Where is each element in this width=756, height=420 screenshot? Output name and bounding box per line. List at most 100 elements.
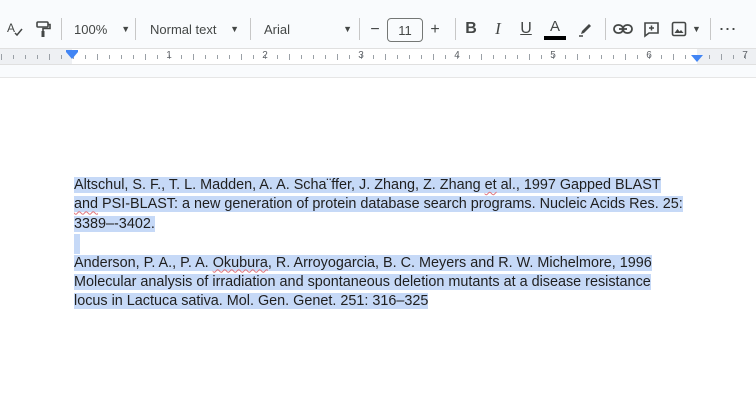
ruler-tick: [133, 55, 134, 59]
document-body[interactable]: Altschul, S. F., T. L. Madden, A. A. Sch…: [74, 176, 714, 312]
text-line: locus in Lactuca sativa. Mol. Gen. Genet…: [74, 292, 714, 311]
right-indent-marker[interactable]: [691, 55, 703, 62]
text-line: Molecular analysis of irradiation and sp…: [74, 273, 714, 292]
text-color-icon: A: [549, 18, 560, 35]
spelling-error[interactable]: et: [485, 177, 497, 193]
decrease-font-size-button[interactable]: −: [363, 17, 387, 43]
highlight-icon[interactable]: [575, 14, 597, 44]
ruler-tick: [97, 54, 98, 60]
chevron-down-icon: ▼: [692, 24, 701, 34]
ruler-tick: [313, 55, 314, 59]
comment-icon[interactable]: [640, 14, 662, 44]
ruler-tick: [469, 55, 470, 59]
ruler-tick: [397, 55, 398, 59]
bold-button[interactable]: B: [460, 14, 482, 44]
ruler-tick: [421, 55, 422, 59]
ruler-tick: [685, 55, 686, 59]
italic-button[interactable]: I: [487, 14, 509, 44]
underline-button[interactable]: U: [515, 14, 537, 44]
ruler-tick: [541, 55, 542, 59]
text-run: PSI-BLAST: a new generation of protein d…: [98, 196, 683, 213]
ruler-number: 6: [646, 50, 652, 61]
spelling-error[interactable]: Okubura: [213, 255, 268, 271]
toolbar-separator: [710, 18, 711, 40]
ruler-tick: [589, 55, 590, 59]
ruler-tick: [505, 55, 506, 59]
insert-image-icon[interactable]: ▼: [668, 14, 704, 44]
ruler-tick: [637, 55, 638, 59]
ruler-tick: [241, 54, 242, 60]
increase-font-size-button[interactable]: +: [423, 17, 447, 43]
ruler-tick: [373, 55, 374, 59]
svg-text:A: A: [7, 21, 15, 35]
ruler-tick: [721, 54, 722, 60]
reference-paragraph[interactable]: Altschul, S. F., T. L. Madden, A. A. Sch…: [74, 176, 714, 234]
ruler-tick: [217, 55, 218, 59]
ruler-tick: [673, 54, 674, 60]
paragraph-style-dropdown[interactable]: Normal text ▼: [140, 14, 245, 44]
text-color-swatch: [544, 36, 566, 40]
ruler-tick: [61, 55, 62, 59]
ruler-tick: [301, 55, 302, 59]
ruler-number: 7: [742, 50, 748, 61]
toolbar-separator: [455, 18, 456, 40]
ruler-tick: [409, 55, 410, 59]
ruler[interactable]: 1 2 3 4 5 6 7: [0, 48, 756, 65]
text-line: Anderson, P. A., P. A. Okubura, R. Arroy…: [74, 254, 714, 273]
spellcheck-icon[interactable]: A: [4, 14, 26, 44]
toolbar-separator: [605, 18, 606, 40]
ruler-tick: [709, 55, 710, 59]
font-size-control: − 11 +: [363, 17, 451, 43]
toolbar: A 100% ▼ Normal text ▼ Arial ▼ − 11 + B …: [0, 0, 756, 47]
ruler-tick: [49, 54, 50, 60]
ruler-tick: [433, 54, 434, 60]
ruler-tick: [229, 55, 230, 59]
text-line: Altschul, S. F., T. L. Madden, A. A. Sch…: [74, 176, 714, 195]
ruler-tick: [613, 55, 614, 59]
ruler-tick: [493, 55, 494, 59]
toolbar-separator: [359, 18, 360, 40]
reference-paragraph[interactable]: Anderson, P. A., P. A. Okubura, R. Arroy…: [74, 254, 714, 312]
spelling-error[interactable]: and: [74, 196, 98, 212]
ruler-tick: [289, 54, 290, 60]
ruler-tick: [37, 55, 38, 59]
ruler-tick: [145, 54, 146, 60]
font-value: Arial: [264, 21, 291, 37]
left-indent-marker[interactable]: [66, 52, 78, 59]
ruler-tick: [565, 55, 566, 59]
text-run: , R. Arroyogarcia, B. C. Meyers and R. W…: [267, 254, 652, 271]
ruler-tick: [13, 55, 14, 59]
font-size-input[interactable]: 11: [387, 18, 423, 42]
ruler-tick: [385, 54, 386, 60]
chevron-down-icon: ▼: [343, 24, 352, 34]
ruler-tick: [325, 55, 326, 59]
ruler-number: 2: [262, 50, 268, 61]
ruler-tick: [193, 54, 194, 60]
ruler-tick: [85, 55, 86, 59]
paint-format-icon[interactable]: [32, 14, 54, 44]
zoom-dropdown[interactable]: 100% ▼: [64, 14, 130, 44]
toolbar-separator: [61, 18, 62, 40]
ruler-tick: [625, 54, 626, 60]
toolbar-separator: [135, 18, 136, 40]
chevron-down-icon: ▼: [230, 24, 239, 34]
ruler-tick: [121, 55, 122, 59]
ruler-tick: [337, 54, 338, 60]
font-dropdown[interactable]: Arial ▼: [254, 14, 358, 44]
ruler-number: 1: [166, 50, 172, 61]
ruler-number: 4: [454, 50, 460, 61]
ruler-tick: [445, 55, 446, 59]
selection-mark: [74, 234, 80, 254]
text-color-button[interactable]: A: [543, 14, 567, 44]
ruler-tick: [205, 55, 206, 59]
more-icon[interactable]: ⋯: [717, 14, 739, 44]
ruler-tick: [601, 55, 602, 59]
text-run: locus in Lactuca sativa. Mol. Gen. Genet…: [74, 293, 429, 310]
ruler-tick: [157, 55, 158, 59]
link-icon[interactable]: [612, 14, 634, 44]
ruler-tick: [109, 55, 110, 59]
ruler-tick: [661, 55, 662, 59]
ruler-tick: [277, 55, 278, 59]
ruler-tick: [529, 54, 530, 60]
text-run: al., 1997 Gapped BLAST: [496, 177, 661, 193]
